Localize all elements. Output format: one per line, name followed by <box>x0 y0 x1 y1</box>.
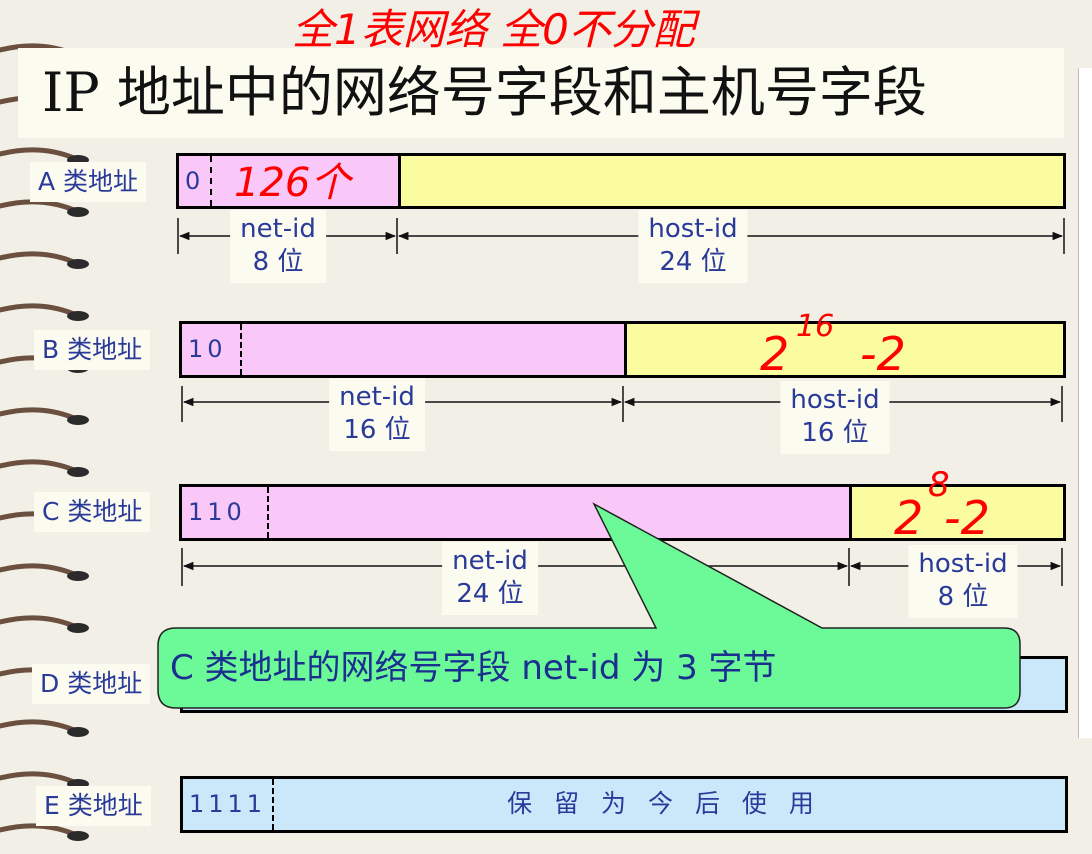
class-c-net-dimension: net-id 24 位 <box>442 542 538 615</box>
class-e-reserved-text: 保 留 为 今 后 使 用 <box>507 789 821 818</box>
class-a-host-name: host-id <box>648 214 738 244</box>
class-c-label: C 类地址 <box>34 492 151 532</box>
class-c-net-name: net-id <box>452 546 528 576</box>
class-a-net-dimension: net-id 8 位 <box>230 210 326 283</box>
top-annotation: 全1表网络 全0不分配 <box>292 5 701 54</box>
class-a-host-size: 24 位 <box>659 247 727 277</box>
class-b-host-segment <box>627 324 1063 375</box>
class-c-prefix-bits: 110 <box>188 498 246 526</box>
class-a-bar: 0 <box>176 153 1066 209</box>
class-c-bar: 110 <box>179 484 1066 541</box>
class-a-net-segment <box>179 156 401 206</box>
class-a-host-segment <box>401 156 1063 206</box>
class-c-host-name: host-id <box>918 549 1008 579</box>
class-c-prefix-divider <box>267 487 269 538</box>
class-a-net-name: net-id <box>240 214 316 244</box>
class-c-net-size: 24 位 <box>456 579 524 609</box>
class-b-label: B 类地址 <box>34 330 151 370</box>
class-b-prefix-bits: 10 <box>188 335 227 363</box>
class-a-label: A 类地址 <box>30 162 147 202</box>
class-b-bar: 10 <box>179 321 1066 378</box>
class-c-net-segment <box>182 487 852 538</box>
class-d-label: D 类地址 <box>32 664 151 704</box>
class-a-prefix-bits: 0 <box>185 167 205 195</box>
class-e-label: E 类地址 <box>36 786 151 826</box>
class-b-net-size: 16 位 <box>343 415 411 445</box>
class-c-host-segment <box>852 487 1063 538</box>
class-b-host-name: host-id <box>790 385 880 415</box>
class-c-host-dimension: host-id 8 位 <box>908 545 1018 618</box>
class-a-net-size: 8 位 <box>252 247 304 277</box>
class-e-bar: 1111 保 留 为 今 后 使 用 <box>180 776 1068 833</box>
class-b-host-dimension: host-id 16 位 <box>780 381 890 454</box>
class-a-host-dimension: host-id 24 位 <box>638 210 748 283</box>
class-b-host-size: 16 位 <box>801 418 869 448</box>
class-b-net-dimension: net-id 16 位 <box>329 378 425 451</box>
class-a-prefix-divider <box>210 156 212 206</box>
class-c-host-size: 8 位 <box>937 582 989 612</box>
class-b-net-name: net-id <box>339 382 415 412</box>
slide-title: IP 地址中的网络号字段和主机号字段 <box>18 48 1064 138</box>
class-b-prefix-divider <box>240 324 242 375</box>
class-b-net-segment <box>182 324 627 375</box>
callout-text: C 类地址的网络号字段 net-id 为 3 字节 <box>170 648 777 688</box>
adjacent-window-edge <box>1078 68 1092 738</box>
